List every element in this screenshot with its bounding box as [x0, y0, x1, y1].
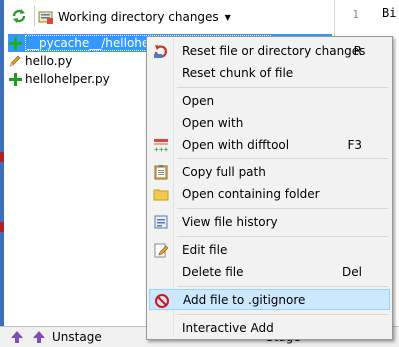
menu-item-open-with-difftool[interactable]: +++ Open with difftool F3: [149, 134, 390, 155]
up-arrow-icon: [32, 330, 46, 344]
menu-item-label: Reset file or directory changes: [182, 43, 366, 58]
folder-icon: [153, 186, 169, 202]
context-menu: Reset file or directory changes R Reset …: [146, 36, 393, 340]
menu-item-label: Reset chunk of file: [182, 65, 294, 80]
menu-separator: [177, 314, 388, 315]
menu-item-label: Add file to .gitignore: [183, 292, 306, 307]
ignore-icon: [154, 293, 170, 309]
menu-item-label: Interactive Add: [182, 320, 274, 335]
menu-item-label: Open: [182, 93, 215, 108]
unstage-label: Unstage: [52, 330, 102, 344]
menu-separator: [177, 286, 388, 287]
menu-item-label: Open with difftool: [182, 137, 290, 152]
chevron-down-icon: ▼: [224, 12, 231, 22]
refresh-icon[interactable]: [10, 7, 28, 25]
menu-item-label: Copy full path: [182, 164, 266, 179]
menu-item-label: Delete file: [182, 264, 244, 279]
difftool-icon: +++: [153, 137, 169, 154]
menu-item-shortcut: R: [353, 43, 362, 58]
menu-item-label: Edit file: [182, 242, 228, 257]
diff-text: Bi: [382, 6, 397, 20]
menu-item-label: Open with: [182, 115, 244, 130]
added-icon: [8, 36, 22, 50]
clipboard-icon: [153, 164, 169, 180]
menu-item-open-containing-folder[interactable]: Open containing folder: [149, 183, 390, 204]
up-arrow-icon: [10, 330, 24, 344]
menu-item-add-to-gitignore[interactable]: Add file to .gitignore: [149, 289, 390, 310]
menu-separator: [177, 87, 388, 88]
line-number: 1: [352, 8, 359, 21]
toolbar-separator: [34, 6, 35, 26]
file-name: hellohelper.py: [25, 72, 110, 86]
svg-text:+++: +++: [154, 145, 169, 153]
menu-separator: [177, 208, 388, 209]
menu-item-copy-full-path[interactable]: Copy full path: [149, 161, 390, 182]
menu-item-shortcut: Del: [342, 264, 362, 279]
menu-separator: [177, 158, 388, 159]
unstaged-toolbar: Working directory changes ▼: [4, 0, 334, 32]
menu-item-open-with[interactable]: Open with: [149, 112, 390, 133]
pencil-icon: [8, 54, 22, 68]
menu-item-reset-file[interactable]: Reset file or directory changes R: [149, 40, 390, 61]
dropdown-label: Working directory changes: [58, 10, 219, 24]
menu-item-reset-chunk[interactable]: Reset chunk of file: [149, 62, 390, 83]
history-icon: [153, 214, 169, 230]
menu-item-delete-file[interactable]: Delete file Del: [149, 261, 390, 282]
working-directory-icon: [38, 9, 54, 25]
menu-item-shortcut: F3: [347, 137, 362, 152]
menu-separator: [177, 236, 388, 237]
menu-item-label: Open containing folder: [182, 186, 320, 201]
reset-icon: [153, 43, 169, 59]
menu-item-view-file-history[interactable]: View file history: [149, 211, 390, 232]
menu-item-label: View file history: [182, 214, 278, 229]
menu-item-interactive-add[interactable]: Interactive Add: [149, 317, 390, 338]
file-name: hello.py: [25, 54, 73, 68]
menu-item-open[interactable]: Open: [149, 90, 390, 111]
working-directory-dropdown[interactable]: Working directory changes ▼: [38, 6, 231, 28]
edit-icon: [153, 242, 169, 258]
unstage-button[interactable]: Unstage: [10, 330, 102, 344]
menu-item-edit-file[interactable]: Edit file: [149, 239, 390, 260]
added-icon: [8, 72, 22, 86]
